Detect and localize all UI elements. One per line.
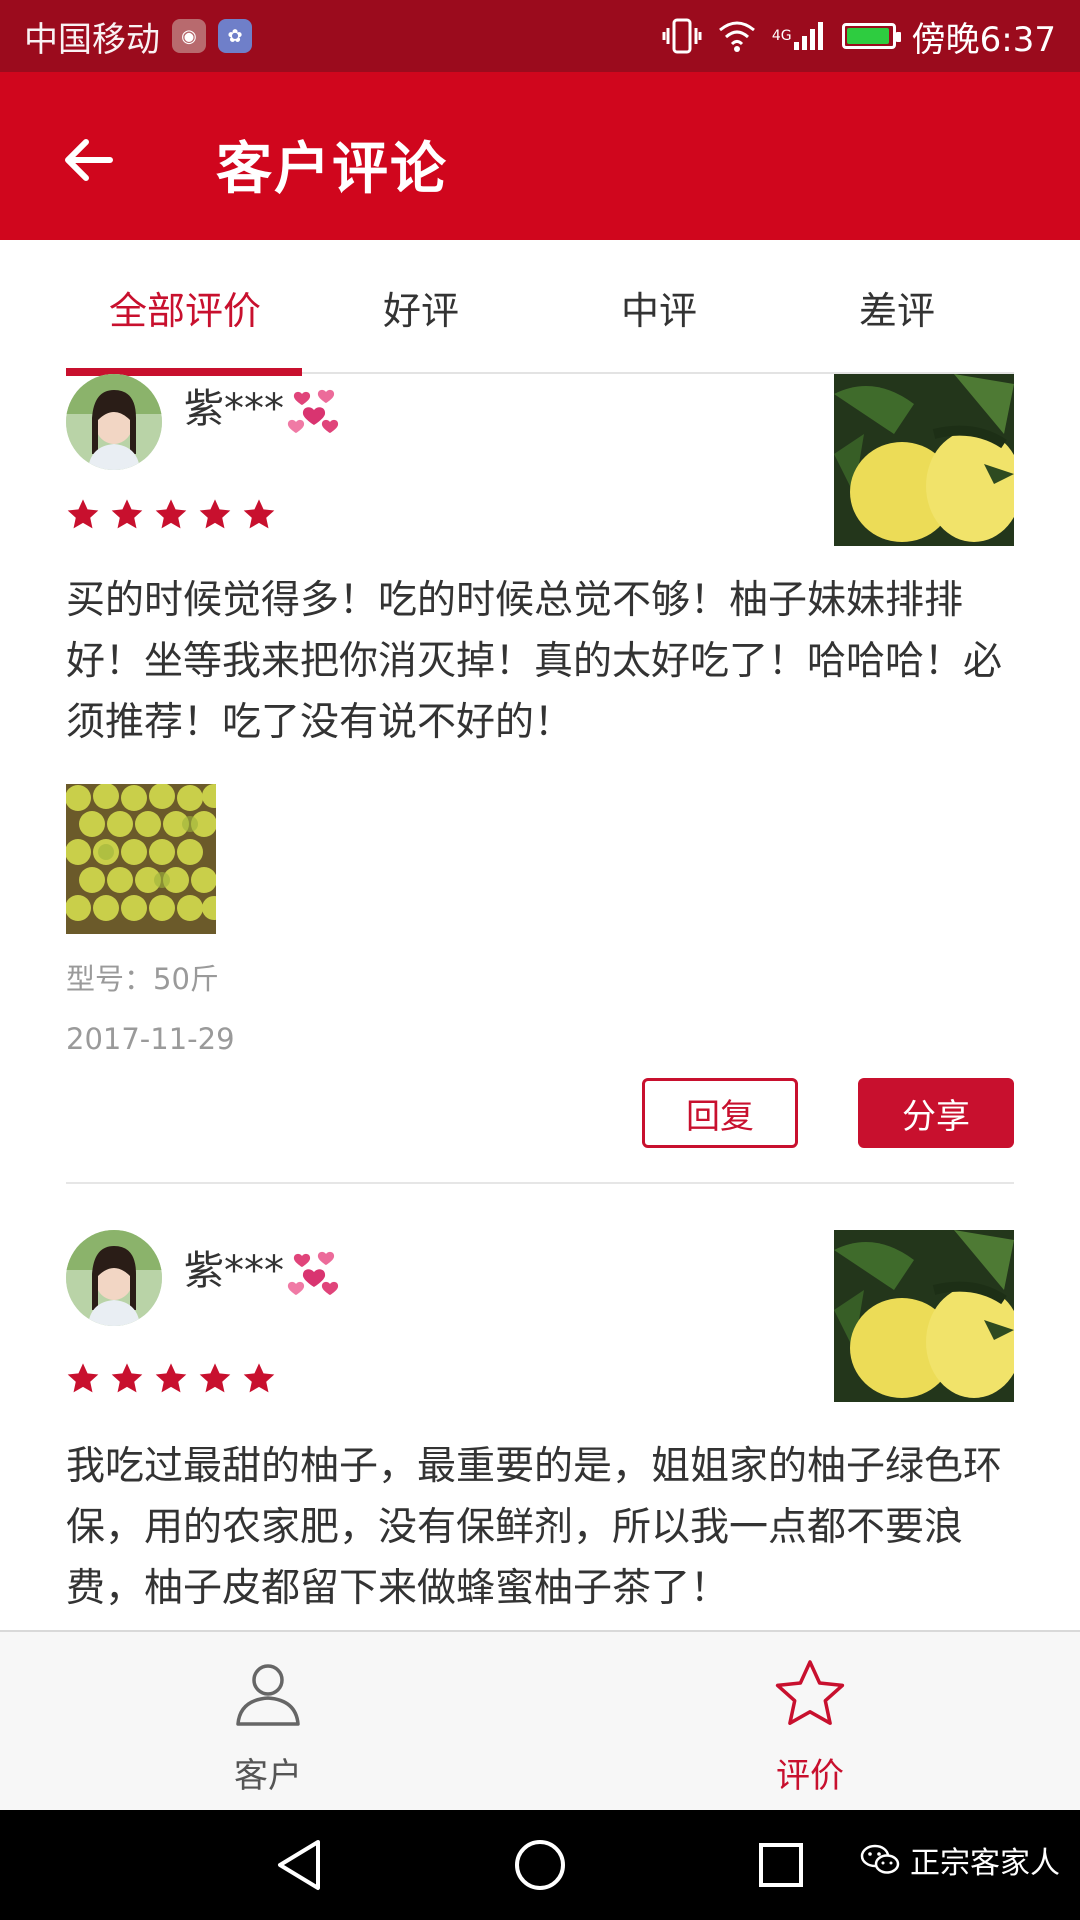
square-recents-icon [759, 1843, 803, 1887]
star-filled-icon [67, 1363, 99, 1393]
star-filled-icon [67, 499, 99, 529]
star-filled-icon [155, 499, 187, 529]
star-filled-icon [111, 499, 143, 529]
review-text: 买的时候觉得多！吃的时候总觉不够！柚子妹妹排排好！坐等我来把你消灭掉！真的太好吃… [66, 578, 1003, 745]
review-filter-tabs: 全部评价 好评 中评 差评 [0, 240, 1080, 374]
system-back-button[interactable] [264, 1830, 334, 1900]
star-filled-icon [199, 499, 231, 529]
back-button[interactable] [48, 120, 128, 200]
product-image[interactable] [834, 374, 1014, 546]
system-navigation-bar: 正宗客家人 [0, 1810, 1080, 1920]
reply-button[interactable]: 回复 [642, 1078, 798, 1148]
nav-label-reviews: 评价 [776, 1756, 844, 1796]
network-type-label: 4G [771, 28, 792, 44]
app-bar: 客户评论 [0, 72, 1080, 240]
triangle-back-icon [278, 1840, 320, 1890]
nav-item-customer[interactable]: 客户 [168, 1632, 368, 1812]
tab-positive[interactable]: 好评 [302, 240, 540, 374]
wechat-icon [860, 1844, 900, 1874]
system-recents-button[interactable] [746, 1830, 816, 1900]
bottom-navigation: 客户 评价 [0, 1630, 1080, 1810]
reviewer-name: 紫*** [184, 1248, 284, 1294]
arrow-left-icon [65, 139, 113, 181]
rating-stars [66, 498, 276, 532]
watermark-text: 正宗客家人 [910, 1846, 1060, 1881]
star-filled-icon [155, 1363, 187, 1393]
wechat-watermark: 正宗客家人 [860, 1838, 1060, 1882]
avatar[interactable] [66, 374, 162, 470]
system-home-button[interactable] [505, 1830, 575, 1900]
star-filled-icon [111, 1363, 143, 1393]
star-filled-icon [243, 499, 275, 529]
hearts-badge-icon [287, 389, 339, 433]
tab-all-reviews[interactable]: 全部评价 [66, 240, 304, 374]
product-model: 型号：50斤 [66, 962, 219, 996]
battery-icon [841, 23, 901, 49]
star-filled-icon [199, 1363, 231, 1393]
tab-neutral[interactable]: 中评 [540, 240, 778, 374]
review-text: 我吃过最甜的柚子，最重要的是，姐姐家的柚子绿色环保，用的农家肥，没有保鲜剂，所以… [66, 1444, 1003, 1611]
hearts-badge-icon [287, 1251, 339, 1295]
carrier-label: 中国移动 [24, 19, 160, 60]
person-icon [236, 1664, 300, 1726]
review-list[interactable]: 紫*** 买的时候觉得多！吃的时候总觉不够！柚子妹妹排排好！坐等我来把你消灭掉！… [0, 374, 1080, 1630]
nav-item-reviews[interactable]: 评价 [710, 1632, 910, 1812]
review-divider [66, 1182, 1014, 1184]
tab-negative[interactable]: 差评 [778, 240, 1016, 374]
reviewer-name: 紫*** [184, 386, 284, 432]
avatar[interactable] [66, 1230, 162, 1326]
cellular-signal-icon: 4G [772, 20, 826, 52]
status-bar: 中国移动 ◉ ✿ 4G 傍晚6:37 [0, 0, 1080, 72]
page-title: 客户评论 [216, 137, 448, 202]
clock-label: 傍晚6:37 [911, 19, 1056, 60]
star-filled-icon [243, 1363, 275, 1393]
wifi-icon [718, 20, 756, 52]
circle-home-icon [515, 1840, 565, 1890]
map-app-icon: ◉ [172, 19, 206, 53]
vibrate-icon [662, 18, 702, 54]
star-outline-icon [775, 1660, 845, 1725]
nav-label-customer: 客户 [234, 1756, 302, 1796]
review-photo[interactable] [66, 784, 216, 934]
rating-stars [66, 1362, 276, 1396]
review-date: 2017-11-29 [66, 1022, 235, 1056]
product-image[interactable] [834, 1230, 1014, 1402]
baidu-app-icon: ✿ [218, 19, 252, 53]
share-button[interactable]: 分享 [858, 1078, 1014, 1148]
